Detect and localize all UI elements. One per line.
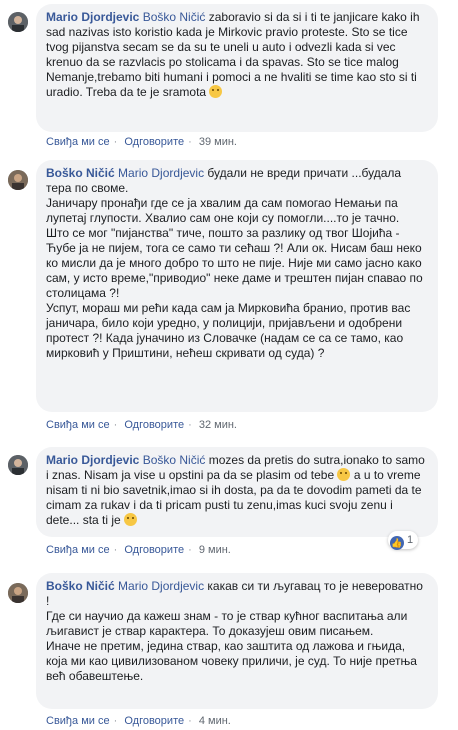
comment-bubble: Mario Djordjevic Boško Ničić mozes da pr… [36,447,438,537]
comment-bubble: Boško Ničić Mario Djordjevic будали не в… [36,160,438,412]
comment-author[interactable]: Boško Ničić [46,579,115,593]
comment-author[interactable]: Mario Djordjevic [46,10,139,24]
smile-emoji-icon [209,85,223,98]
like-link[interactable]: Свиђа ми се [46,544,110,556]
avatar[interactable] [8,583,28,603]
laugh-emoji-icon [337,468,351,481]
avatar[interactable] [8,12,28,32]
comment-timestamp[interactable]: 9 мин. [199,544,231,556]
reply-link[interactable]: Одговорите [124,544,184,556]
comment-actions: Свиђа ми се · Одговорите · 9 мин. [46,544,231,556]
reply-link[interactable]: Одговорите [124,136,184,148]
comment-author[interactable]: Mario Djordjevic [46,453,139,467]
comment-body: будали не вреди причати ...будала тера п… [46,166,423,360]
reaction-badge[interactable]: 👍 1 [388,531,419,550]
comment-actions: Свиђа ми се · Одговорите · 32 мин. [46,419,237,431]
comment-bubble: Mario Djordjevic Boško Ničić zaboravio s… [36,4,438,132]
comment-text: Mario Djordjevic Boško Ničić mozes da pr… [46,453,428,527]
comment-text: Boško Ničić Mario Djordjevic будали не в… [46,166,426,360]
comment-body: какав си ти љугавац то је невероватно ! … [46,579,423,683]
like-link[interactable]: Свиђа ми се [46,715,110,727]
comment-actions: Свиђа ми се · Одговорите · 4 мин. [46,715,231,727]
comment-timestamp[interactable]: 39 мин. [199,136,237,148]
smile-emoji-icon [124,513,138,526]
comment-mention[interactable]: Boško Ničić [143,453,206,467]
comment-author[interactable]: Boško Ničić [46,166,115,180]
reply-link[interactable]: Одговорите [124,419,184,431]
comment-mention[interactable]: Mario Djordjevic [118,166,204,180]
comment-actions: Свиђа ми се · Одговорите · 39 мин. [46,136,237,148]
comment-timestamp[interactable]: 4 мин. [199,715,231,727]
reply-link[interactable]: Одговорите [124,715,184,727]
comment-mention[interactable]: Mario Djordjevic [118,579,204,593]
comment-timestamp[interactable]: 32 мин. [199,419,237,431]
comment-mention[interactable]: Boško Ničić [143,10,206,24]
avatar[interactable] [8,455,28,475]
thumbs-up-icon: 👍 [390,536,404,550]
avatar[interactable] [8,170,28,190]
like-link[interactable]: Свиђа ми се [46,136,110,148]
comment-text: Mario Djordjevic Boško Ničić zaboravio s… [46,10,423,99]
like-link[interactable]: Свиђа ми се [46,419,110,431]
comment-bubble: Boško Ničić Mario Djordjevic какав си ти… [36,573,438,709]
comment-text: Boško Ničić Mario Djordjevic какав си ти… [46,579,426,683]
reaction-count: 1 [407,534,414,546]
